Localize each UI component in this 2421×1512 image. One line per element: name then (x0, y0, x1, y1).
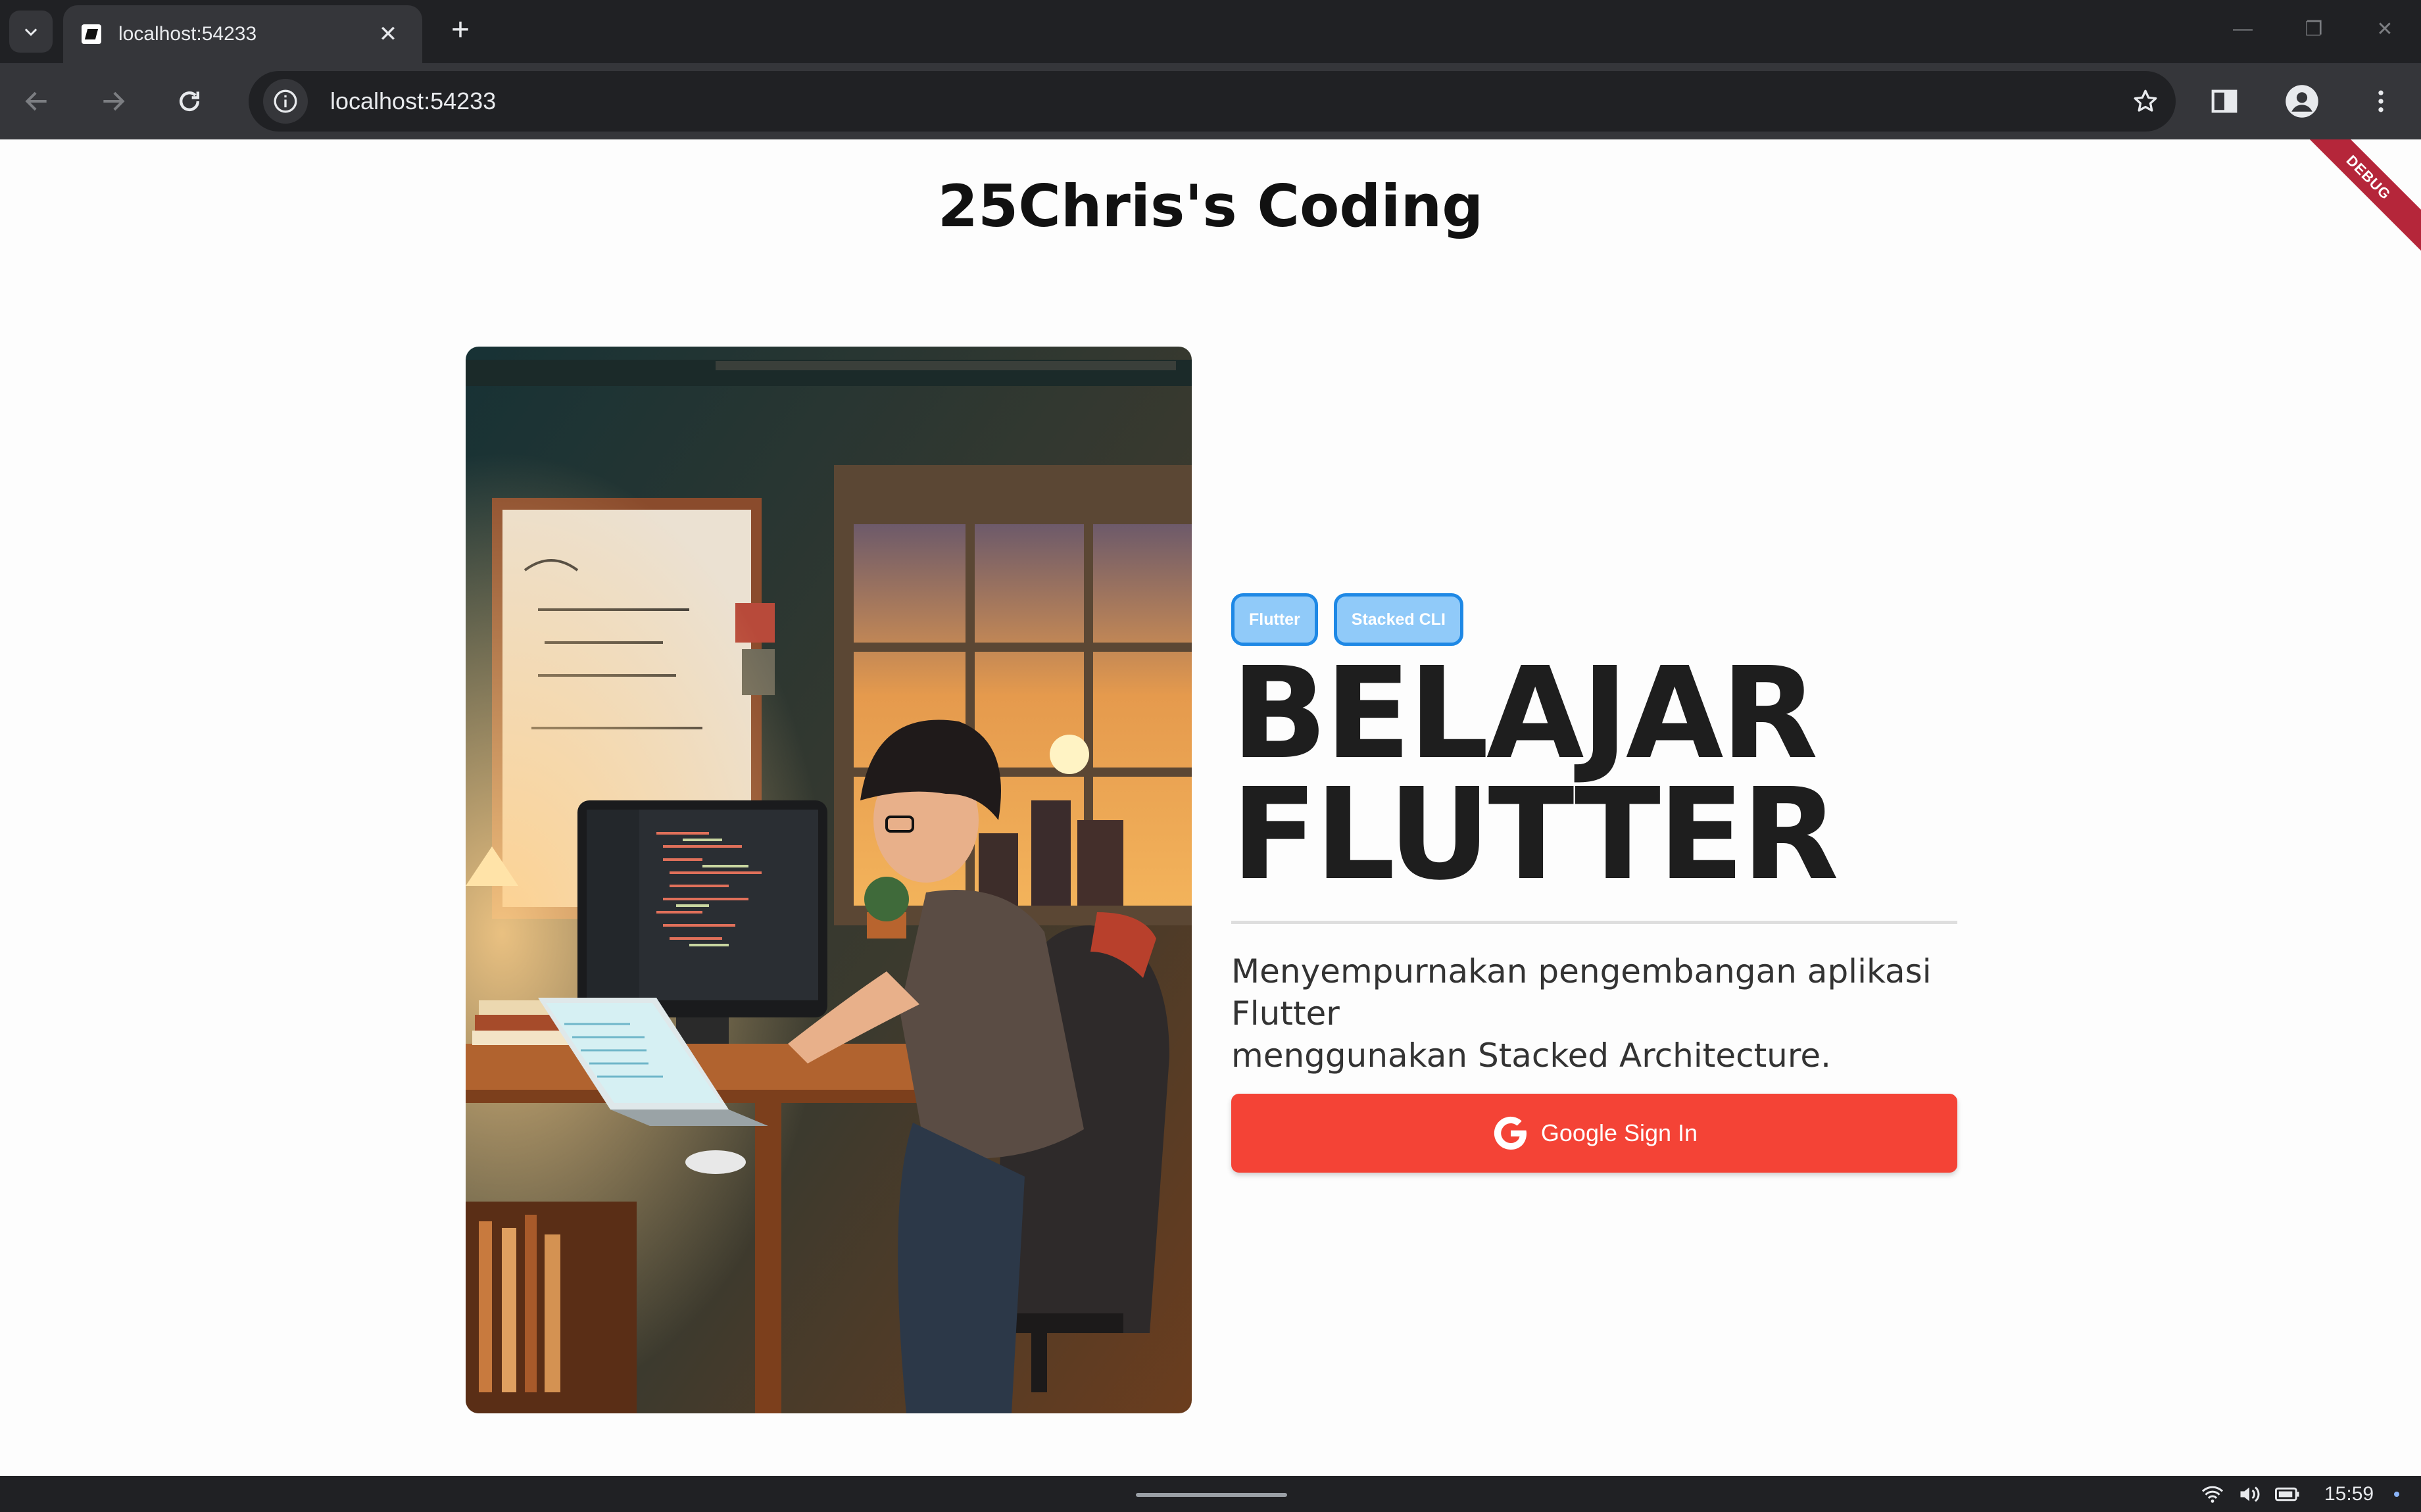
google-sign-in-button[interactable]: Google Sign In (1231, 1094, 1957, 1173)
site-title: 25Chris's Coding (937, 172, 1484, 240)
headline-line-2: FLUTTER (1231, 762, 1839, 908)
chip-stacked-cli[interactable]: Stacked CLI (1333, 593, 1463, 646)
minimize-window-button[interactable]: — (2211, 9, 2274, 49)
arrow-right-icon (103, 91, 125, 111)
wifi-icon[interactable] (2198, 1481, 2227, 1507)
site-info-button[interactable] (263, 79, 308, 124)
arrow-left-icon (25, 91, 47, 111)
profile-avatar-icon (2286, 85, 2318, 118)
chevron-down-icon (24, 28, 37, 36)
notification-dot (2394, 1492, 2399, 1497)
system-clock[interactable]: 15:59 (2324, 1476, 2374, 1512)
subtitle-line-1: Menyempurnakan pengembangan aplikasi (1231, 952, 1932, 990)
star-icon (2134, 89, 2157, 112)
tab-search-button[interactable] (9, 11, 53, 53)
section-divider (1231, 921, 1957, 924)
browser-tab[interactable]: localhost:54233 ✕ (63, 5, 422, 63)
tab-title: localhost:54233 (118, 23, 257, 45)
browser-tab-strip: localhost:54233 ✕ + — ❐ ✕ (0, 0, 2421, 63)
hero-subtitle: Menyempurnakan pengembangan aplikasi Flu… (1231, 950, 1957, 1077)
tech-chips: Flutter Stacked CLI (1231, 593, 1957, 646)
home-gesture-bar[interactable] (1136, 1493, 1287, 1497)
url-text[interactable]: localhost:54233 (330, 71, 496, 132)
side-panel-icon (2211, 89, 2238, 113)
google-sign-in-label: Google Sign In (1540, 1119, 1698, 1146)
new-tab-button[interactable]: + (442, 13, 479, 50)
site-favicon-icon (82, 24, 101, 44)
hero-image (466, 347, 1192, 1413)
address-bar[interactable]: localhost:54233 (249, 71, 2176, 132)
chip-flutter[interactable]: Flutter (1231, 593, 1318, 646)
google-g-icon (1494, 1116, 1527, 1150)
reload-icon (179, 91, 200, 112)
browser-menu-button[interactable] (2359, 79, 2403, 124)
os-taskbar: 15:59 (0, 1476, 2421, 1512)
hero-content: Flutter Stacked CLI BELAJAR FLUTTER Meny… (1231, 593, 1957, 1173)
tab-close-icon[interactable]: ✕ (372, 18, 404, 50)
volume-icon[interactable] (2235, 1481, 2264, 1507)
subtitle-line-3: menggunakan Stacked Architecture. (1231, 1036, 1831, 1075)
browser-toolbar: localhost:54233 (0, 63, 2421, 139)
close-window-button[interactable]: ✕ (2353, 9, 2416, 49)
back-button[interactable] (14, 79, 59, 124)
restore-window-button[interactable]: ❐ (2282, 9, 2345, 49)
profile-button[interactable] (2280, 79, 2324, 124)
battery-icon[interactable] (2273, 1481, 2302, 1507)
hero-headline: BELAJAR FLUTTER (1231, 641, 1957, 908)
kebab-menu-icon (2378, 90, 2384, 112)
bookmark-button[interactable] (2123, 79, 2168, 124)
subtitle-line-2: Flutter (1231, 994, 1340, 1033)
reload-button[interactable] (167, 79, 212, 124)
info-icon (274, 89, 297, 113)
page-viewport: DEBUG 25Chris's Coding Flutter Stacked C… (0, 139, 2421, 1476)
forward-button[interactable] (91, 79, 135, 124)
headline-line-1: BELAJAR (1231, 641, 1818, 787)
coder-illustration (466, 347, 1192, 1413)
side-panel-button[interactable] (2202, 79, 2247, 124)
